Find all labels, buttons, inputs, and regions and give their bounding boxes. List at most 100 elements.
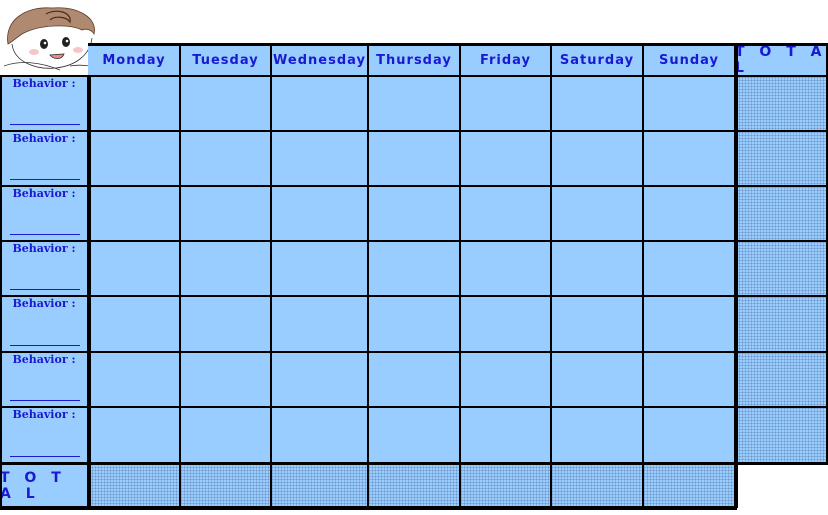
column-total-cell[interactable] xyxy=(271,463,368,508)
row-total-cell[interactable] xyxy=(735,76,828,131)
behavior-label-cell[interactable]: Behavior : xyxy=(0,296,88,352)
day-cell[interactable] xyxy=(643,407,735,463)
day-cell[interactable] xyxy=(551,131,643,186)
column-total-cell[interactable] xyxy=(460,463,551,508)
day-header-saturday: Saturday xyxy=(551,44,643,76)
day-cell[interactable] xyxy=(88,407,180,463)
behavior-label: Behavior : xyxy=(12,77,76,90)
day-cell[interactable] xyxy=(551,296,643,352)
left-border xyxy=(0,76,2,508)
day-cell[interactable] xyxy=(551,241,643,296)
day-cell[interactable] xyxy=(180,352,271,407)
behavior-label-cell[interactable]: Behavior : xyxy=(0,241,88,296)
column-total-cell[interactable] xyxy=(551,463,643,508)
day-cell[interactable] xyxy=(368,76,460,131)
day-cell[interactable] xyxy=(460,131,551,186)
column-divider xyxy=(367,44,369,508)
behavior-write-line xyxy=(10,345,80,346)
day-cell[interactable] xyxy=(643,352,735,407)
column-total-cell[interactable] xyxy=(88,463,180,508)
blank-area xyxy=(738,465,828,515)
row-total-cell[interactable] xyxy=(735,241,828,296)
row-total-cell[interactable] xyxy=(735,131,828,186)
day-cell[interactable] xyxy=(88,76,180,131)
day-cell[interactable] xyxy=(180,76,271,131)
day-cell[interactable] xyxy=(180,407,271,463)
day-cell[interactable] xyxy=(271,76,368,131)
day-cell[interactable] xyxy=(271,241,368,296)
day-cell[interactable] xyxy=(88,296,180,352)
column-divider xyxy=(642,44,644,508)
day-cell[interactable] xyxy=(460,76,551,131)
row-total-cell[interactable] xyxy=(735,296,828,352)
day-header-tuesday: Tuesday xyxy=(180,44,271,76)
row-divider xyxy=(0,406,828,408)
day-cell[interactable] xyxy=(271,131,368,186)
row-total-cell[interactable] xyxy=(735,352,828,407)
day-cell[interactable] xyxy=(271,296,368,352)
behavior-label: Behavior : xyxy=(12,132,76,145)
day-cell[interactable] xyxy=(460,186,551,241)
day-cell[interactable] xyxy=(368,352,460,407)
row-total-cell[interactable] xyxy=(735,186,828,241)
day-header-sunday: Sunday xyxy=(643,44,735,76)
day-cell[interactable] xyxy=(180,241,271,296)
day-header-friday: Friday xyxy=(460,44,551,76)
day-cell[interactable] xyxy=(368,241,460,296)
behavior-write-line xyxy=(10,234,80,235)
behavior-write-line xyxy=(10,179,80,180)
behavior-write-line xyxy=(10,456,80,457)
row-divider xyxy=(0,240,828,242)
day-cell[interactable] xyxy=(88,131,180,186)
column-divider xyxy=(270,44,272,508)
behavior-label-cell[interactable]: Behavior : xyxy=(0,186,88,241)
day-cell[interactable] xyxy=(271,186,368,241)
day-cell[interactable] xyxy=(643,241,735,296)
column-total-cell[interactable] xyxy=(368,463,460,508)
day-header-monday: Monday xyxy=(88,44,180,76)
row-divider xyxy=(0,185,828,187)
day-cell[interactable] xyxy=(460,241,551,296)
column-total-cell[interactable] xyxy=(643,463,735,508)
day-cell[interactable] xyxy=(88,352,180,407)
day-cell[interactable] xyxy=(180,296,271,352)
behavior-label-cell[interactable]: Behavior : xyxy=(0,76,88,131)
day-cell[interactable] xyxy=(368,186,460,241)
row-divider xyxy=(0,462,828,465)
day-cell[interactable] xyxy=(551,76,643,131)
day-cell[interactable] xyxy=(88,241,180,296)
day-cell[interactable] xyxy=(643,131,735,186)
row-divider xyxy=(0,75,828,77)
day-cell[interactable] xyxy=(271,407,368,463)
column-divider xyxy=(459,44,461,508)
day-cell[interactable] xyxy=(460,296,551,352)
column-divider xyxy=(87,75,91,508)
day-cell[interactable] xyxy=(460,352,551,407)
behavior-label-cell[interactable]: Behavior : xyxy=(0,131,88,186)
day-cell[interactable] xyxy=(368,296,460,352)
column-total-cell[interactable] xyxy=(180,463,271,508)
day-cell[interactable] xyxy=(551,407,643,463)
day-cell[interactable] xyxy=(551,352,643,407)
day-cell[interactable] xyxy=(88,186,180,241)
behavior-label-cell[interactable]: Behavior : xyxy=(0,352,88,407)
day-cell[interactable] xyxy=(180,186,271,241)
day-cell[interactable] xyxy=(368,131,460,186)
day-cell[interactable] xyxy=(643,296,735,352)
behavior-label: Behavior : xyxy=(12,242,76,255)
day-cell[interactable] xyxy=(180,131,271,186)
row-total-cell[interactable] xyxy=(735,407,828,463)
column-divider xyxy=(550,44,552,508)
day-cell[interactable] xyxy=(643,186,735,241)
day-cell[interactable] xyxy=(460,407,551,463)
day-cell[interactable] xyxy=(643,76,735,131)
day-cell[interactable] xyxy=(551,186,643,241)
total-row-header: T O T A L xyxy=(0,463,88,508)
day-cell[interactable] xyxy=(271,352,368,407)
behavior-label-cell[interactable]: Behavior : xyxy=(0,407,88,463)
day-header-label: Sunday xyxy=(658,52,720,68)
total-column-header: T O T A L xyxy=(735,44,828,76)
day-cell[interactable] xyxy=(368,407,460,463)
day-header-wednesday: Wednesday xyxy=(271,44,368,76)
behavior-label: Behavior : xyxy=(12,297,76,310)
